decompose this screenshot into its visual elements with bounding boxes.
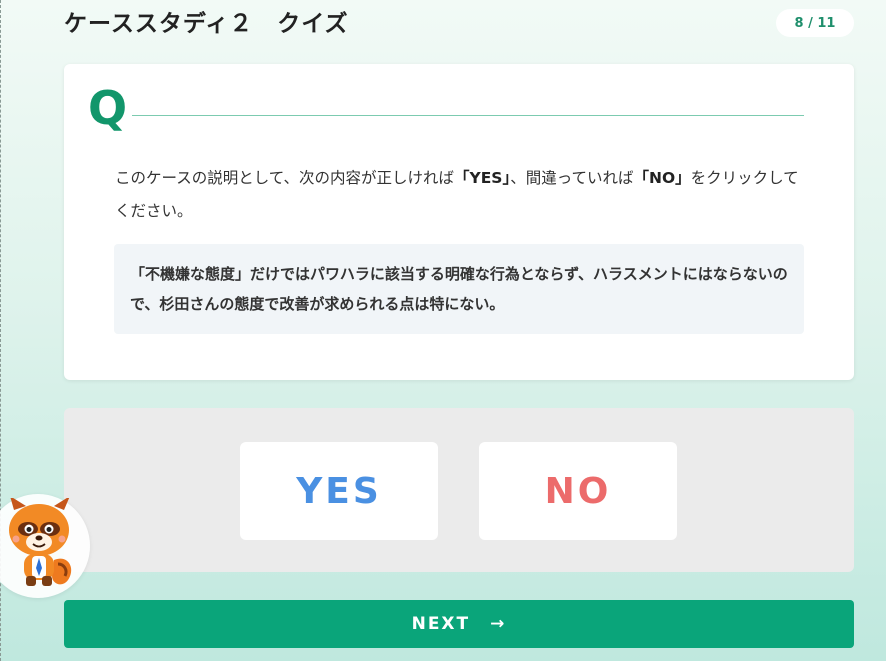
next-button-label: NEXT <box>411 614 471 634</box>
raccoon-mascot-icon <box>9 498 72 586</box>
question-text-part-2: 、間違っていれば <box>510 169 634 187</box>
no-button[interactable]: NO <box>479 442 677 540</box>
question-card: Q このケースの説明として、次の内容が正しければ「YES」、間違っていれば「NO… <box>64 64 854 380</box>
question-text: このケースの説明として、次の内容が正しければ「YES」、間違っていれば「NO」を… <box>115 162 805 228</box>
answer-panel: YES NO <box>64 408 854 572</box>
arrow-right-icon: → <box>490 614 507 634</box>
question-no-term: 「NO」 <box>633 169 691 187</box>
page-title: ケーススタディ２ クイズ <box>64 11 349 37</box>
question-marker: Q <box>88 81 128 135</box>
progress-badge: 8 / 11 <box>776 9 854 37</box>
quiz-statement: 「不機嫌な態度」だけではパワハラに該当する明確な行為とならず、ハラスメントにはな… <box>114 244 804 334</box>
question-yes-term: 「YES」 <box>454 169 511 187</box>
next-button[interactable]: NEXT → <box>64 600 854 648</box>
question-divider <box>132 115 804 116</box>
yes-button[interactable]: YES <box>240 442 438 540</box>
question-text-part-1: このケースの説明として、次の内容が正しければ <box>115 169 454 187</box>
